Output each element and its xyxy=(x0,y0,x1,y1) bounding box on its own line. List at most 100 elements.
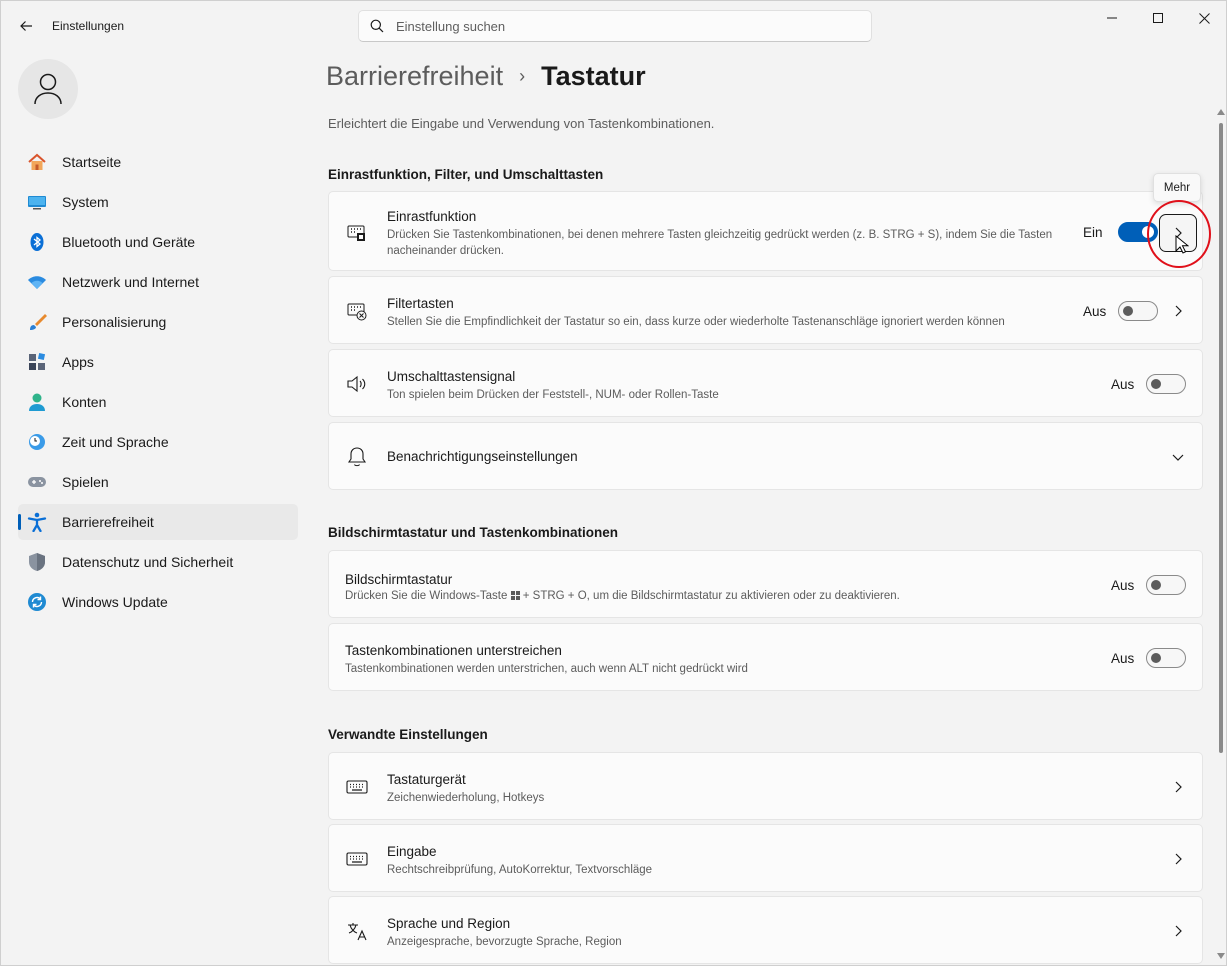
breadcrumb-separator: › xyxy=(519,66,526,86)
sidebar-item-konten[interactable]: Konten xyxy=(18,384,298,420)
maximize-icon xyxy=(1153,13,1163,23)
sidebar-item-apps[interactable]: Apps xyxy=(18,344,298,380)
sidebar-item-label: Spielen xyxy=(62,474,109,490)
home-icon xyxy=(26,151,48,173)
back-arrow-icon xyxy=(20,21,32,31)
toggle-keys-subtitle: Ton spielen beim Drücken der Feststell-,… xyxy=(387,389,719,401)
related-item-keyboard-device[interactable]: Tastaturgerät Zeichenwiederholung, Hotke… xyxy=(328,752,1203,820)
on-screen-keyboard-card[interactable]: Bildschirmtastatur Drücken Sie die Windo… xyxy=(328,550,1203,618)
avatar[interactable] xyxy=(18,59,78,119)
bluetooth-icon xyxy=(26,231,48,253)
sidebar-item-label: Konten xyxy=(62,394,107,410)
gamepad-icon xyxy=(26,471,48,493)
on-screen-keyboard-title: Bildschirmtastatur xyxy=(345,572,453,587)
section-title-osk: Bildschirmtastatur und Tastenkombination… xyxy=(328,525,619,540)
on-screen-keyboard-subtitle: Drücken Sie die Windows-Taste + STRG + O… xyxy=(345,590,900,602)
page-title: Tastatur xyxy=(541,61,646,91)
notification-settings-card[interactable]: Benachrichtigungseinstellungen xyxy=(328,422,1203,490)
related-item-title: Sprache und Region xyxy=(387,916,511,931)
settings-window: Einstellungen Startseite Syste xyxy=(0,0,1227,966)
close-button[interactable] xyxy=(1181,1,1227,35)
filter-keys-card[interactable]: Filtertasten Stellen Sie die Empfindlich… xyxy=(328,276,1203,344)
scroll-up-icon[interactable] xyxy=(1217,109,1225,115)
filter-keys-state: Aus xyxy=(1083,304,1107,319)
sidebar-item-label: Startseite xyxy=(62,154,122,170)
sticky-keys-title: Einrastfunktion xyxy=(387,209,477,224)
keyboard-icon xyxy=(346,776,368,798)
sidebar-item-label: Datenschutz und Sicherheit xyxy=(62,554,234,570)
search-icon xyxy=(370,19,384,33)
page-description: Erleichtert die Eingabe und Verwendung v… xyxy=(328,116,715,131)
keyboard-icon xyxy=(346,848,368,870)
sidebar-item-spielen[interactable]: Spielen xyxy=(18,464,298,500)
breadcrumb: Barrierefreiheit › Tastatur xyxy=(326,61,646,92)
sticky-keys-icon xyxy=(346,222,368,244)
filter-keys-title: Filtertasten xyxy=(387,296,454,311)
sticky-keys-subtitle: Drücken Sie Tastenkombinationen, bei den… xyxy=(387,229,1053,257)
chevron-right-icon[interactable] xyxy=(1168,777,1188,797)
related-item-language-region[interactable]: Sprache und Region Anzeigesprache, bevor… xyxy=(328,896,1203,964)
related-item-subtitle: Zeichenwiederholung, Hotkeys xyxy=(387,792,545,804)
scroll-down-icon[interactable] xyxy=(1217,953,1225,959)
toggle-keys-card[interactable]: Umschalttastensignal Ton spielen beim Dr… xyxy=(328,349,1203,417)
underline-shortcuts-toggle[interactable] xyxy=(1146,648,1186,668)
breadcrumb-parent[interactable]: Barrierefreiheit xyxy=(326,61,503,92)
section-title-related: Verwandte Einstellungen xyxy=(328,727,488,742)
sidebar-nav: Startseite System Bluetooth und Geräte N… xyxy=(18,144,298,624)
on-screen-keyboard-state: Aus xyxy=(1111,578,1135,593)
underline-shortcuts-card[interactable]: Tastenkombinationen unterstreichen Taste… xyxy=(328,623,1203,691)
display-icon xyxy=(26,191,48,213)
scrollbar-thumb[interactable] xyxy=(1219,123,1223,753)
minimize-button[interactable] xyxy=(1089,1,1135,35)
sidebar-item-bluetooth[interactable]: Bluetooth und Geräte xyxy=(18,224,298,260)
on-screen-keyboard-toggle[interactable] xyxy=(1146,575,1186,595)
apps-icon xyxy=(26,351,48,373)
related-item-title: Eingabe xyxy=(387,844,437,859)
sticky-keys-card[interactable]: Einrastfunktion Drücken Sie Tastenkombin… xyxy=(328,191,1203,271)
sidebar-item-label: Windows Update xyxy=(62,594,168,610)
sidebar-item-personalisierung[interactable]: Personalisierung xyxy=(18,304,298,340)
more-tooltip: Mehr xyxy=(1153,173,1201,202)
close-icon xyxy=(1198,12,1210,24)
sidebar-item-system[interactable]: System xyxy=(18,184,298,220)
sidebar-item-label: Apps xyxy=(62,354,94,370)
annotation-highlight-ring xyxy=(1147,200,1211,268)
toggle-keys-toggle[interactable] xyxy=(1146,374,1186,394)
sidebar-item-windows-update[interactable]: Windows Update xyxy=(18,584,298,620)
sidebar-item-label: Personalisierung xyxy=(62,314,167,330)
search-input[interactable] xyxy=(396,18,836,34)
minimize-icon xyxy=(1107,17,1117,19)
chevron-right-icon[interactable] xyxy=(1168,921,1188,941)
maximize-button[interactable] xyxy=(1135,1,1181,35)
filter-keys-toggle[interactable] xyxy=(1118,301,1158,321)
chevron-right-icon[interactable] xyxy=(1168,301,1188,321)
back-button[interactable] xyxy=(13,13,39,39)
search-box[interactable] xyxy=(358,10,872,42)
sidebar-item-label: Netzwerk und Internet xyxy=(62,274,199,290)
sidebar-item-datenschutz[interactable]: Datenschutz und Sicherheit xyxy=(18,544,298,580)
accessibility-icon xyxy=(26,511,48,533)
brush-icon xyxy=(26,311,48,333)
underline-shortcuts-subtitle: Tastenkombinationen werden unterstrichen… xyxy=(345,663,748,675)
sidebar-item-barrierefreiheit[interactable]: Barrierefreiheit xyxy=(18,504,298,540)
sidebar-item-label: Zeit und Sprache xyxy=(62,434,169,450)
sidebar-item-startseite[interactable]: Startseite xyxy=(18,144,298,180)
related-item-input[interactable]: Eingabe Rechtschreibprüfung, AutoKorrekt… xyxy=(328,824,1203,892)
filter-keys-subtitle: Stellen Sie die Empfindlichkeit der Tast… xyxy=(387,316,1005,328)
chevron-down-icon[interactable] xyxy=(1168,447,1188,467)
sidebar-item-zeit-sprache[interactable]: Zeit und Sprache xyxy=(18,424,298,460)
clock-globe-icon xyxy=(26,431,48,453)
sidebar-item-netzwerk[interactable]: Netzwerk und Internet xyxy=(18,264,298,300)
shield-icon xyxy=(26,551,48,573)
language-icon xyxy=(346,920,368,942)
scrollbar[interactable] xyxy=(1217,105,1225,965)
sidebar-item-label: Bluetooth und Geräte xyxy=(62,234,196,250)
user-icon xyxy=(34,73,62,105)
update-icon xyxy=(26,591,48,613)
sticky-keys-state: Ein xyxy=(1083,225,1103,240)
related-item-subtitle: Rechtschreibprüfung, AutoKorrektur, Text… xyxy=(387,864,653,876)
underline-shortcuts-state: Aus xyxy=(1111,651,1135,666)
filter-keys-icon xyxy=(346,300,368,322)
sidebar-item-label: System xyxy=(62,194,109,210)
chevron-right-icon[interactable] xyxy=(1168,849,1188,869)
